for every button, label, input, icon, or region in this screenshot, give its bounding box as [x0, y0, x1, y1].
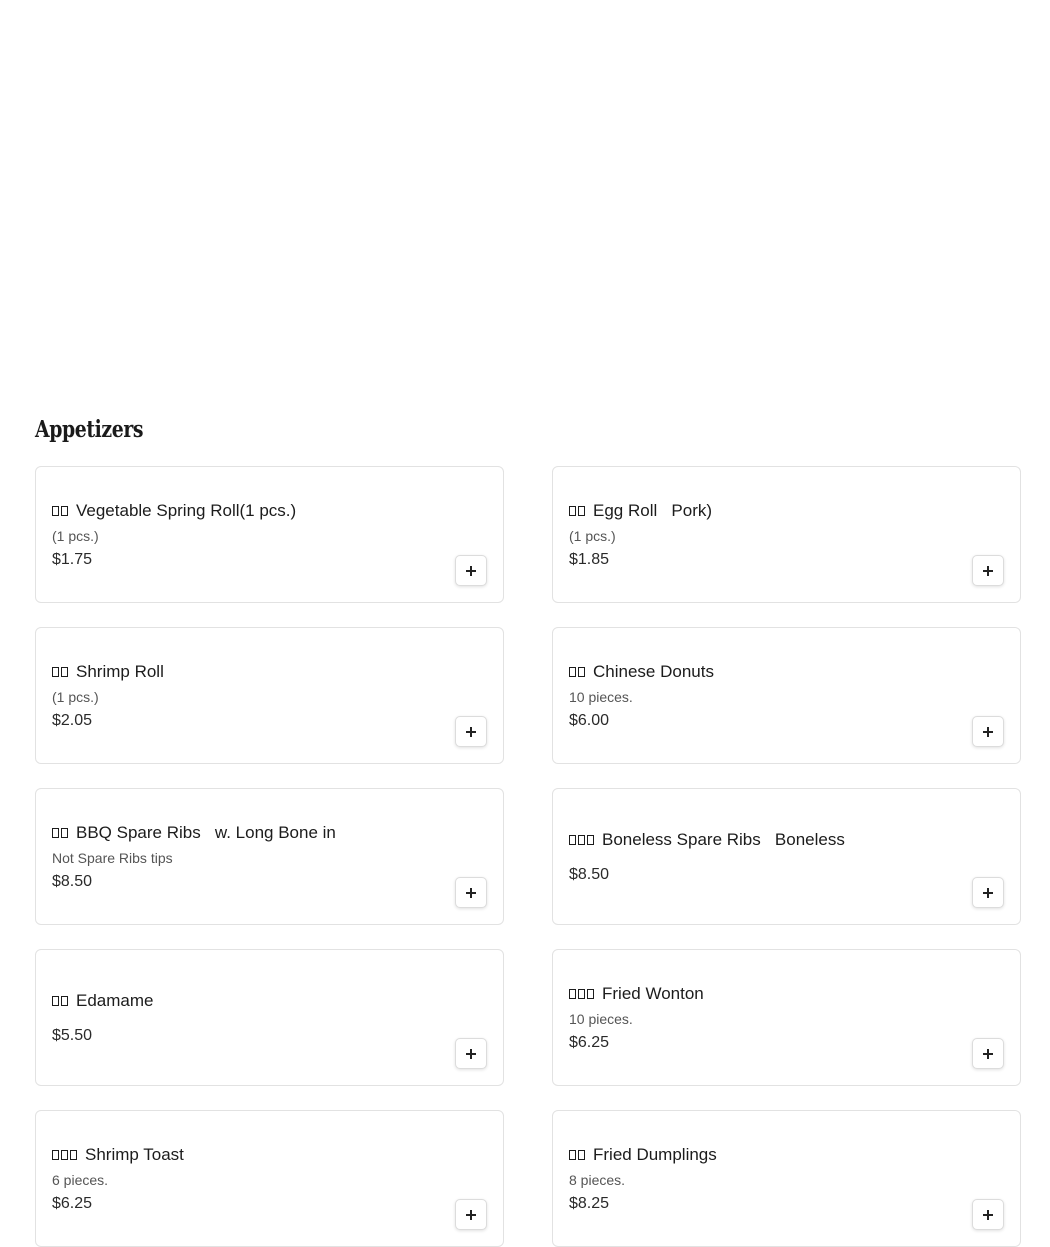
cjk-glyph-icon [569, 834, 596, 845]
add-item-button[interactable] [972, 555, 1004, 586]
item-description: 10 pieces. [569, 688, 633, 705]
add-item-button[interactable] [972, 877, 1004, 908]
cjk-glyph-icon [52, 995, 70, 1006]
plus-icon [466, 726, 476, 737]
cjk-glyph-icon [569, 505, 587, 516]
plus-icon [983, 887, 993, 898]
menu-item-card[interactable]: Edamame $5.50 [35, 949, 504, 1086]
add-item-button[interactable] [972, 716, 1004, 747]
item-price: $8.25 [569, 1194, 610, 1212]
cjk-glyph-icon [52, 827, 70, 838]
add-item-button[interactable] [455, 877, 487, 908]
item-name: Boneless Spare Ribs Boneless [569, 830, 1004, 850]
item-name: Edamame [52, 991, 487, 1011]
add-item-button[interactable] [455, 555, 487, 586]
cjk-glyph-icon [569, 988, 596, 999]
item-name-text: Boneless Spare Ribs Boneless [602, 829, 845, 849]
item-name-text: Shrimp Roll [76, 661, 164, 681]
item-name-text: Fried Wonton [602, 983, 704, 1003]
item-description: Not Spare Ribs tips [52, 849, 173, 866]
plus-icon [466, 565, 476, 576]
item-price: $6.25 [569, 1033, 610, 1051]
cjk-glyph-icon [569, 1149, 587, 1160]
item-price: $2.05 [52, 711, 93, 729]
menu-item-card[interactable]: Fried Dumplings 8 pieces. $8.25 [552, 1110, 1021, 1247]
menu-item-card[interactable]: Vegetable Spring Roll(1 pcs.) (1 pcs.) $… [35, 466, 504, 603]
item-name: Fried Dumplings [569, 1145, 1004, 1165]
plus-icon [983, 1209, 993, 1220]
item-description: 10 pieces. [569, 1010, 633, 1027]
item-name: Egg Roll Pork) [569, 501, 1004, 521]
item-name-text: Vegetable Spring Roll(1 pcs.) [76, 500, 297, 520]
menu-item-card[interactable]: BBQ Spare Ribs w. Long Bone in Not Spare… [35, 788, 504, 925]
item-price: $6.00 [569, 711, 610, 729]
item-name: Shrimp Roll [52, 662, 487, 682]
item-name: Shrimp Toast [52, 1145, 487, 1165]
menu-item-card[interactable]: Boneless Spare Ribs Boneless $8.50 [552, 788, 1021, 925]
plus-icon [466, 1048, 476, 1059]
plus-icon [466, 887, 476, 898]
item-price: $1.75 [52, 550, 93, 568]
item-name-text: Chinese Donuts [593, 661, 714, 681]
add-item-button[interactable] [455, 1199, 487, 1230]
plus-icon [983, 726, 993, 737]
add-item-button[interactable] [972, 1038, 1004, 1069]
cjk-glyph-icon [52, 1149, 79, 1160]
item-price: $1.85 [569, 550, 610, 568]
item-price: $5.50 [52, 1026, 93, 1044]
item-description: 8 pieces. [569, 1171, 626, 1188]
item-description: 6 pieces. [52, 1171, 109, 1188]
item-description: (1 pcs.) [569, 527, 616, 544]
menu-item-card[interactable]: Shrimp Roll (1 pcs.) $2.05 [35, 627, 504, 764]
cjk-glyph-icon [569, 666, 587, 677]
item-name: Chinese Donuts [569, 662, 1004, 682]
menu-item-card[interactable]: Fried Wonton 10 pieces. $6.25 [552, 949, 1021, 1086]
cjk-glyph-icon [52, 505, 70, 516]
item-name-text: Shrimp Toast [85, 1144, 184, 1164]
add-item-button[interactable] [972, 1199, 1004, 1230]
plus-icon [983, 1048, 993, 1059]
menu-item-card[interactable]: Egg Roll Pork) (1 pcs.) $1.85 [552, 466, 1021, 603]
item-description: (1 pcs.) [52, 688, 99, 705]
item-name-text: Egg Roll Pork) [593, 500, 713, 520]
item-price: $6.25 [52, 1194, 93, 1212]
item-name: BBQ Spare Ribs w. Long Bone in [52, 823, 487, 843]
menu-item-grid: Vegetable Spring Roll(1 pcs.) (1 pcs.) $… [35, 466, 1021, 1247]
plus-icon [983, 565, 993, 576]
item-name: Vegetable Spring Roll(1 pcs.) [52, 501, 487, 521]
item-name-text: BBQ Spare Ribs w. Long Bone in [76, 822, 336, 842]
item-name-text: Edamame [76, 990, 154, 1010]
add-item-button[interactable] [455, 1038, 487, 1069]
add-item-button[interactable] [455, 716, 487, 747]
item-description: (1 pcs.) [52, 527, 99, 544]
item-name-text: Fried Dumplings [593, 1144, 717, 1164]
cjk-glyph-icon [52, 666, 70, 677]
plus-icon [466, 1209, 476, 1220]
item-price: $8.50 [569, 865, 610, 883]
section-title: Appetizers [35, 416, 144, 443]
menu-item-card[interactable]: Shrimp Toast 6 pieces. $6.25 [35, 1110, 504, 1247]
item-price: $8.50 [52, 872, 93, 890]
item-name: Fried Wonton [569, 984, 1004, 1004]
menu-item-card[interactable]: Chinese Donuts 10 pieces. $6.00 [552, 627, 1021, 764]
